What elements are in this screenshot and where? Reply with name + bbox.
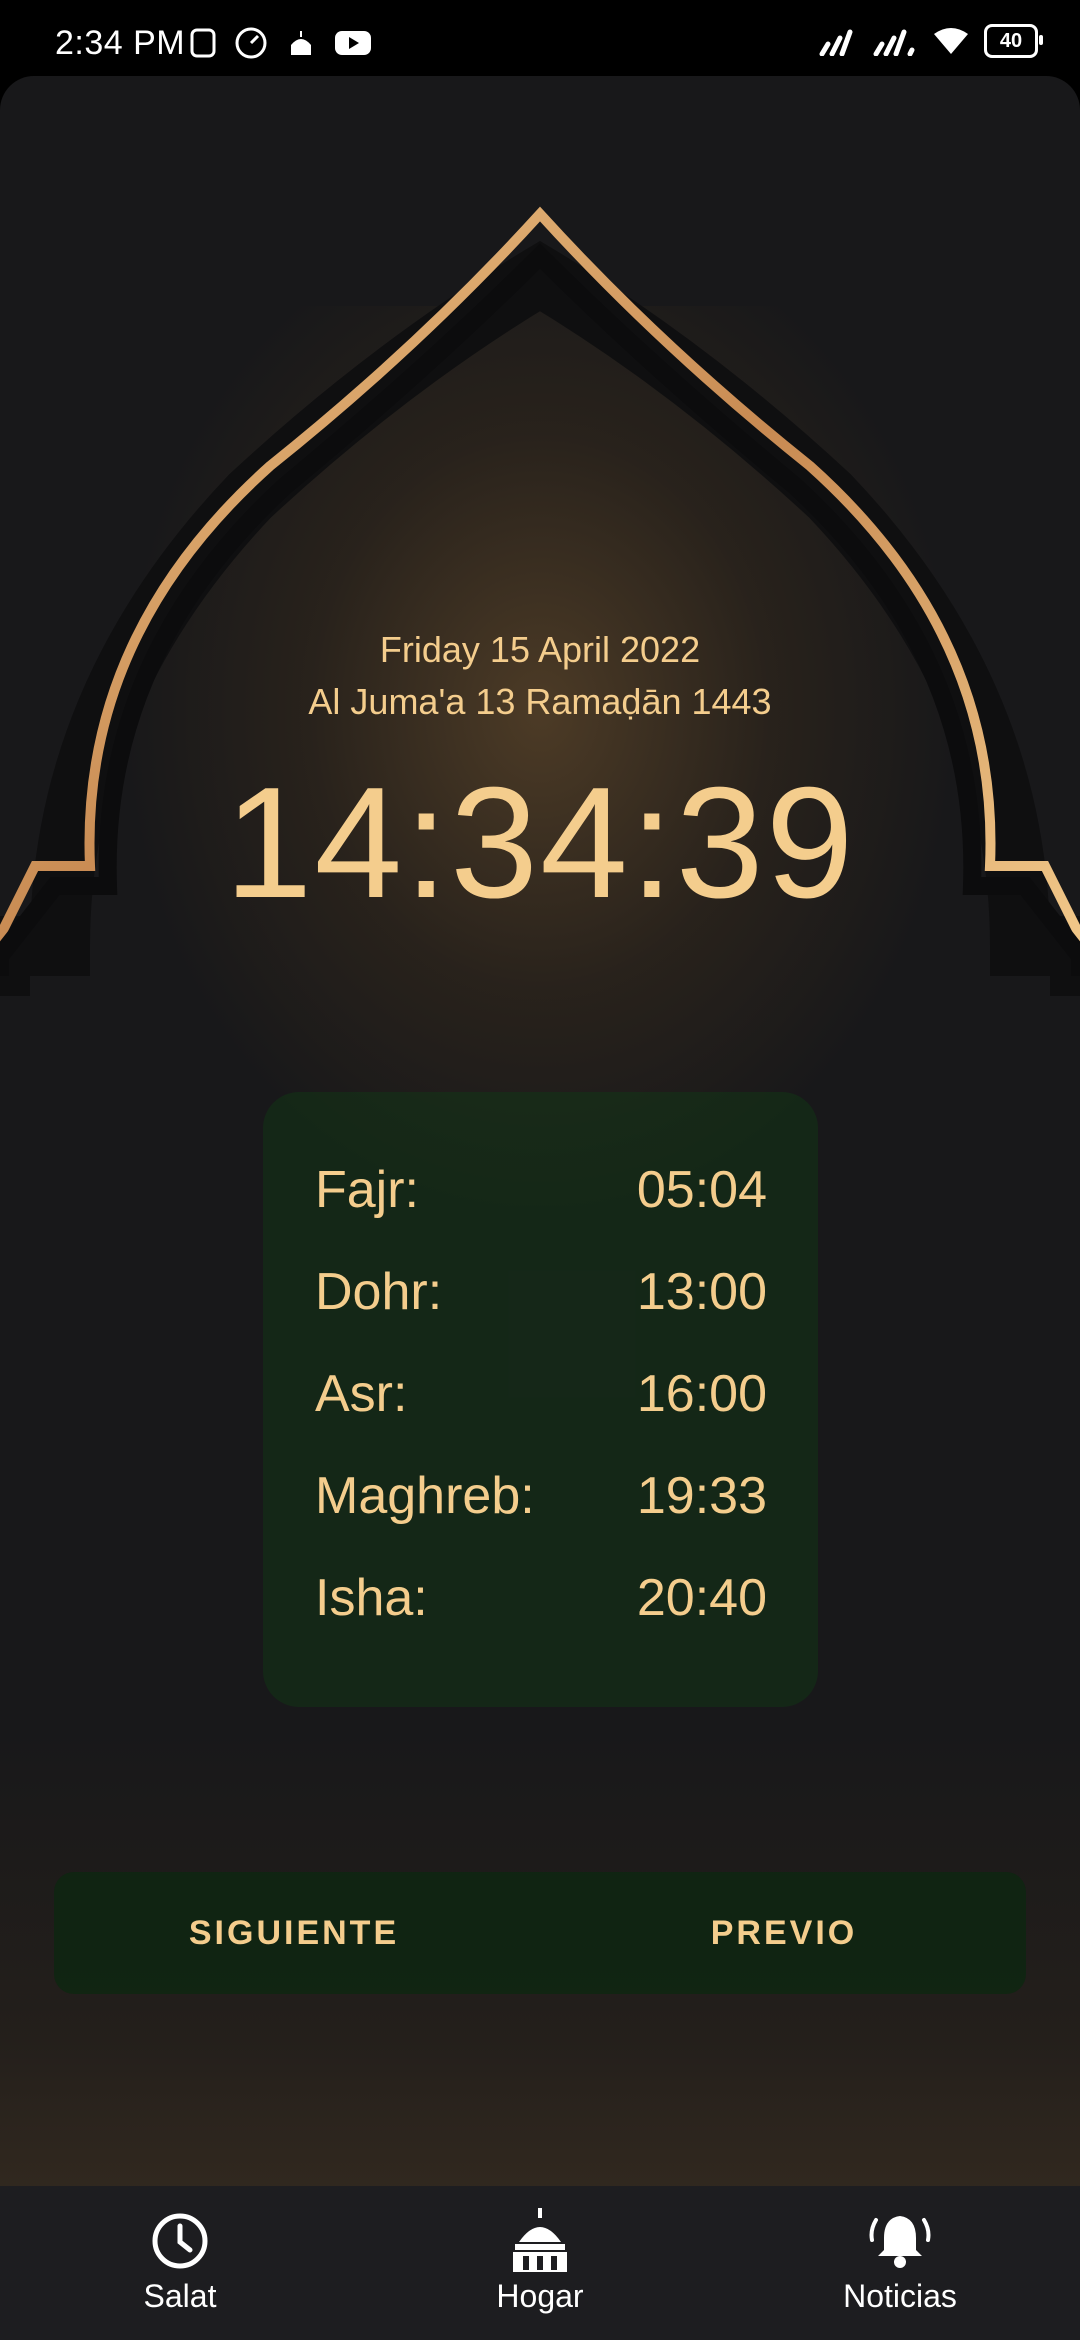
prayer-time: 20:40 [636, 1569, 767, 1627]
app-notification-icon [190, 28, 216, 58]
notification-icons [190, 26, 372, 60]
status-time: 2:34 PM [55, 24, 186, 62]
wifi-icon [934, 28, 968, 54]
signal-icon [819, 29, 853, 56]
current-time-clock: 14:34:39 [224, 755, 856, 931]
prayer-name: Maghreb: [315, 1467, 535, 1525]
prayer-row-fajr: Fajr: 05:04 [315, 1160, 767, 1230]
previous-button[interactable]: PREVIO [584, 1872, 984, 1994]
battery-level: 40 [999, 29, 1023, 52]
system-icons: 40 [818, 24, 1043, 58]
clock-icon [152, 2213, 208, 2269]
status-bar: 2:34 PM 40 [0, 0, 1080, 76]
tab-label: Hogar [496, 2278, 584, 2314]
gregorian-date: Friday 15 April 2022 [379, 629, 701, 670]
app-screen: Friday 15 April 2022 Al Juma'a 13 Ramaḍā… [0, 76, 1080, 2186]
prayer-time: 05:04 [636, 1161, 767, 1219]
prayer-row-dohr: Dohr: 13:00 [315, 1262, 767, 1332]
next-button[interactable]: SIGUIENTE [94, 1872, 494, 1994]
prayer-times-card: Fajr: 05:04 Dohr: 13:00 Asr: 16:00 Maghr… [263, 1092, 818, 1707]
youtube-icon [335, 31, 371, 55]
signal-icon [873, 29, 915, 56]
bell-icon [869, 2216, 931, 2268]
tab-label: Salat [143, 2278, 217, 2314]
mosque-small-icon [291, 31, 311, 55]
hijri-date: Al Juma'a 13 Ramaḍān 1443 [308, 681, 772, 722]
prayer-row-maghreb: Maghreb: 19:33 [315, 1466, 767, 1536]
prayer-name: Isha: [315, 1569, 428, 1627]
prayer-row-isha: Isha: 20:40 [315, 1568, 767, 1638]
battery-icon: 40 [984, 24, 1043, 58]
tab-hogar[interactable]: Hogar [440, 2206, 640, 2315]
prayer-time: 16:00 [636, 1365, 767, 1423]
tab-label: Noticias [843, 2278, 957, 2314]
prayer-time: 19:33 [636, 1467, 767, 1525]
bottom-navigation: Salat Hogar Noticias [0, 2186, 1080, 2340]
prayer-time: 13:00 [636, 1263, 767, 1321]
prayer-name: Asr: [315, 1365, 408, 1423]
tab-salat[interactable]: Salat [80, 2206, 280, 2315]
prayer-row-asr: Asr: 16:00 [315, 1364, 767, 1434]
prayer-name: Fajr: [315, 1161, 419, 1219]
compass-icon [235, 27, 267, 59]
prayer-name: Dohr: [315, 1263, 443, 1321]
day-navigation-bar: SIGUIENTE PREVIO [54, 1872, 1026, 1994]
date-block: Friday 15 April 2022 Al Juma'a 13 Ramaḍā… [0, 624, 1080, 728]
mosque-icon [513, 2208, 567, 2272]
tab-noticias[interactable]: Noticias [800, 2206, 1000, 2315]
